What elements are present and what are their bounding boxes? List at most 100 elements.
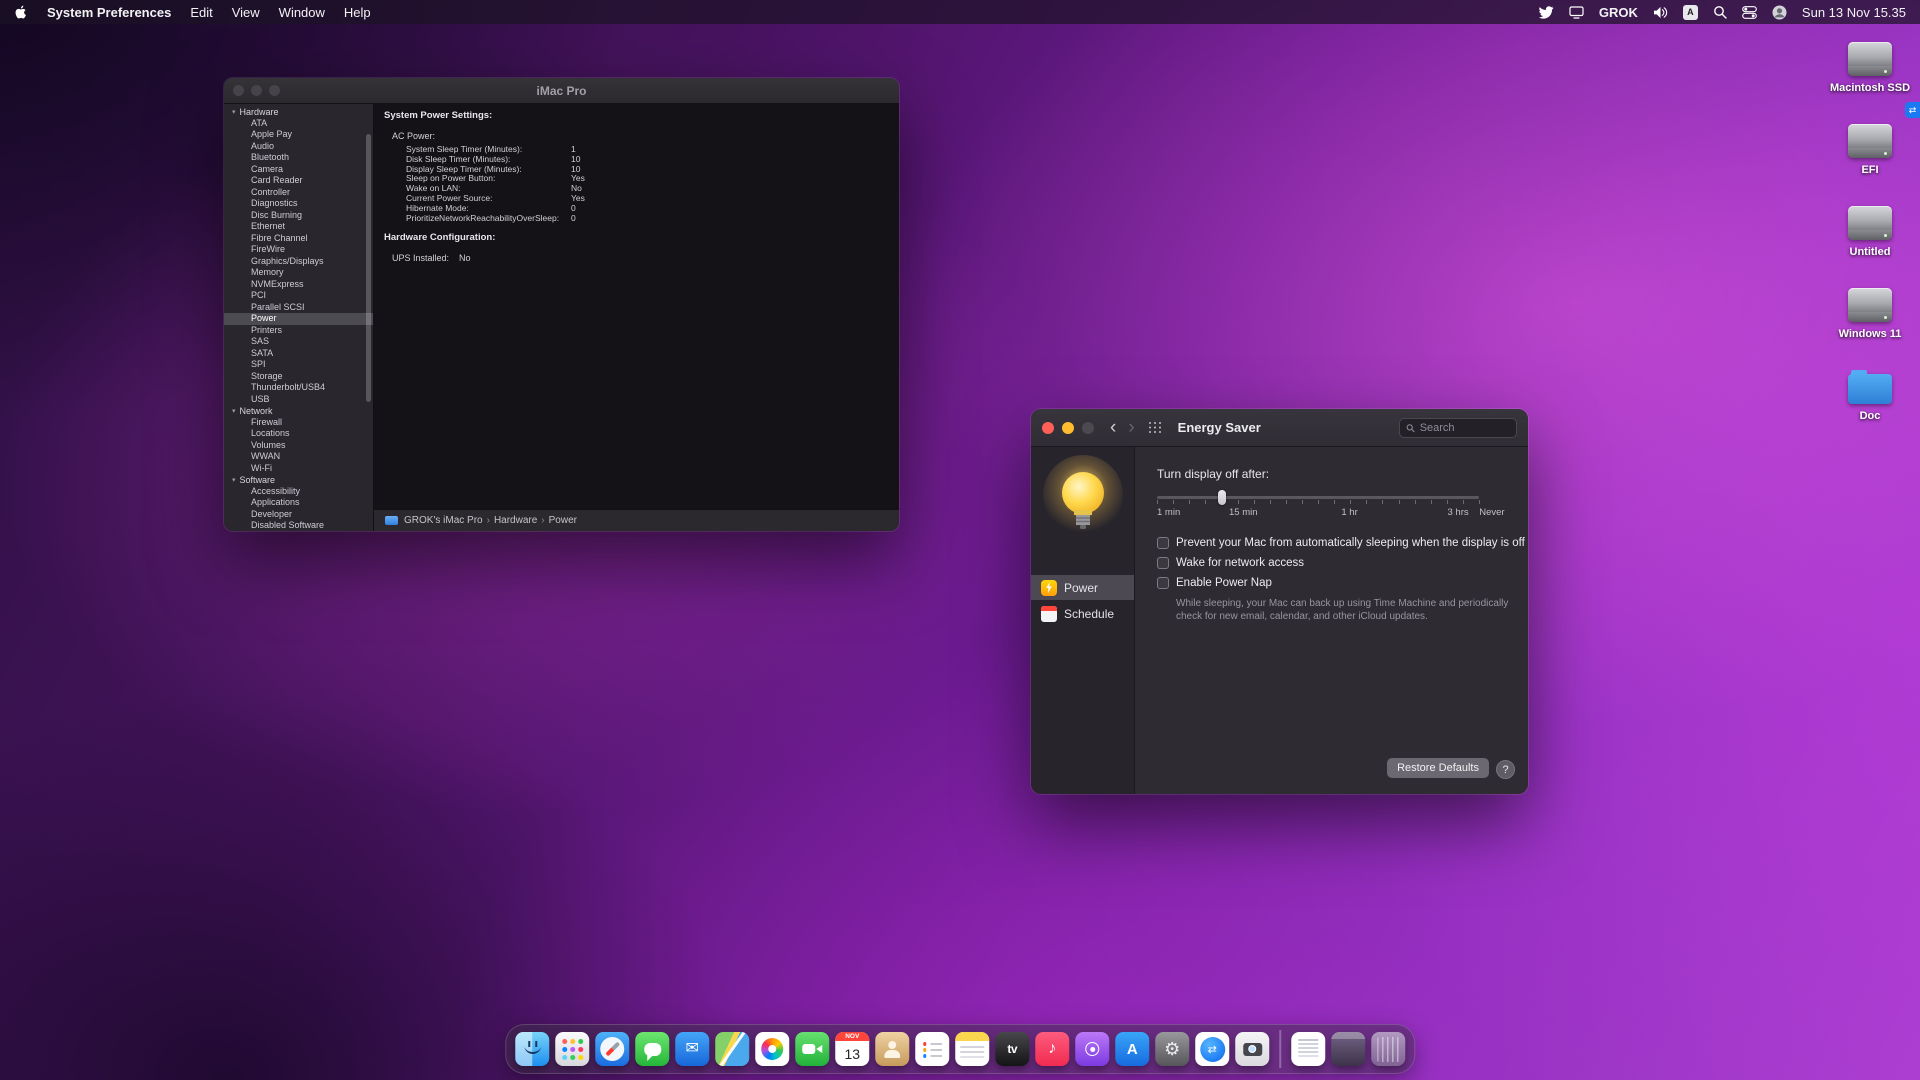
checkbox-prevent-your-mac-from-automatically-sleeping-when-the-display-is-off[interactable]: Prevent your Mac from automatically slee… [1157, 537, 1528, 549]
sidebar-item-thunderbolt-usb4[interactable]: Thunderbolt/USB4 [224, 382, 373, 394]
sidebar-item-bluetooth[interactable]: Bluetooth [224, 152, 373, 164]
minimize-button[interactable] [1062, 422, 1074, 434]
sidebar-item-schedule[interactable]: Schedule [1031, 601, 1134, 626]
sidebar-item-diagnostics[interactable]: Diagnostics [224, 198, 373, 210]
display-icon[interactable] [1569, 6, 1584, 19]
close-button[interactable] [233, 85, 244, 96]
sidebar-item-controller[interactable]: Controller [224, 187, 373, 199]
menu-item-edit[interactable]: Edit [190, 5, 212, 20]
sidebar-item-printers[interactable]: Printers [224, 325, 373, 337]
show-all-icon[interactable] [1149, 422, 1165, 434]
sidebar-item-volumes[interactable]: Volumes [224, 440, 373, 452]
dock-item-settings[interactable]: ⚙ [1155, 1032, 1189, 1066]
dock-item-textedit[interactable] [1291, 1032, 1325, 1066]
desktop-icon-doc[interactable]: Doc [1822, 368, 1918, 422]
desktop-icon-macintosh-ssd[interactable]: Macintosh SSD [1822, 40, 1918, 94]
help-button[interactable]: ? [1496, 760, 1515, 779]
sidebar-item-firewire[interactable]: FireWire [224, 244, 373, 256]
sidebar-item-power[interactable]: Power [224, 313, 373, 325]
sidebar-section-hardware[interactable]: ▾Hardware [224, 106, 373, 118]
dock-item-messages[interactable] [635, 1032, 669, 1066]
restore-defaults-button[interactable]: Restore Defaults [1387, 758, 1489, 778]
dock-item-facetime[interactable] [795, 1032, 829, 1066]
dock-item-photos[interactable] [755, 1032, 789, 1066]
minimize-button[interactable] [251, 85, 262, 96]
dock-item-appstore[interactable]: A [1115, 1032, 1149, 1066]
back-button[interactable]: ‹ [1110, 418, 1116, 437]
checkbox-box[interactable] [1157, 557, 1169, 569]
sidebar-item-firewall[interactable]: Firewall [224, 417, 373, 429]
menu-item-help[interactable]: Help [344, 5, 371, 20]
user-icon[interactable] [1772, 5, 1787, 20]
search-field[interactable] [1399, 418, 1517, 438]
close-button[interactable] [1042, 422, 1054, 434]
dock-item-maps[interactable] [715, 1032, 749, 1066]
forward-button[interactable]: › [1128, 418, 1134, 437]
menu-bar-clock[interactable]: Sun 13 Nov 15.35 [1802, 5, 1906, 20]
sidebar-item-locations[interactable]: Locations [224, 428, 373, 440]
desktop-icon-efi[interactable]: EFI [1822, 122, 1918, 176]
breadcrumb[interactable]: GROK's iMac Pro›Hardware›Power [404, 515, 577, 526]
sidebar-item-nvmexpress[interactable]: NVMExpress [224, 279, 373, 291]
sync-arrows-badge-icon[interactable]: ⇄ [1905, 102, 1920, 118]
dock-item-reminders[interactable] [915, 1032, 949, 1066]
desktop-icon-untitled[interactable]: Untitled [1822, 204, 1918, 258]
sidebar-item-memory[interactable]: Memory [224, 267, 373, 279]
sidebar-item-ethernet[interactable]: Ethernet [224, 221, 373, 233]
sidebar-item-disabled-software[interactable]: Disabled Software [224, 520, 373, 531]
sidebar-item-accessibility[interactable]: Accessibility [224, 486, 373, 498]
sidebar-item-usb[interactable]: USB [224, 394, 373, 406]
sidebar-item-storage[interactable]: Storage [224, 371, 373, 383]
dock-item-trash[interactable] [1371, 1032, 1405, 1066]
zoom-button[interactable] [269, 85, 280, 96]
spotlight-icon[interactable] [1713, 5, 1727, 19]
slider-track[interactable] [1157, 496, 1479, 499]
breadcrumb-item-grok-s-imac-pro[interactable]: GROK's iMac Pro [404, 515, 483, 526]
desktop-icon-windows-11[interactable]: Windows 11 [1822, 286, 1918, 340]
dock-item-appblue[interactable]: ⇄ [1195, 1032, 1229, 1066]
dock-item-podcasts[interactable] [1075, 1032, 1109, 1066]
display-off-slider[interactable]: 1 min15 min1 hr3 hrsNever [1157, 487, 1479, 523]
sidebar-item-apple-pay[interactable]: Apple Pay [224, 129, 373, 141]
sidebar-item-audio[interactable]: Audio [224, 141, 373, 153]
sidebar-item-fibre-channel[interactable]: Fibre Channel [224, 233, 373, 245]
sidebar-item-developer[interactable]: Developer [224, 509, 373, 521]
dock-item-contacts[interactable] [875, 1032, 909, 1066]
breadcrumb-item-hardware[interactable]: Hardware [494, 515, 537, 526]
dock-item-finder[interactable] [515, 1032, 549, 1066]
menu-bar-username[interactable]: GROK [1599, 5, 1638, 20]
search-input[interactable] [1420, 422, 1510, 434]
sidebar-item-ata[interactable]: ATA [224, 118, 373, 130]
bird-icon[interactable] [1538, 6, 1554, 19]
zoom-button[interactable] [1082, 422, 1094, 434]
sidebar-item-applications[interactable]: Applications [224, 497, 373, 509]
sidebar-item-card-reader[interactable]: Card Reader [224, 175, 373, 187]
dock-item-music[interactable]: ♪ [1035, 1032, 1069, 1066]
sidebar-item-spi[interactable]: SPI [224, 359, 373, 371]
dock-item-tv[interactable]: tv [995, 1032, 1029, 1066]
title-bar[interactable]: iMac Pro [224, 78, 899, 104]
sidebar-item-camera[interactable]: Camera [224, 164, 373, 176]
dock-item-safari[interactable] [595, 1032, 629, 1066]
sidebar-item-sas[interactable]: SAS [224, 336, 373, 348]
apple-menu[interactable] [14, 4, 28, 20]
volume-icon[interactable] [1653, 6, 1668, 19]
menu-item-window[interactable]: Window [279, 5, 325, 20]
sidebar-item-graphics-displays[interactable]: Graphics/Displays [224, 256, 373, 268]
sidebar-section-software[interactable]: ▾Software [224, 474, 373, 486]
control-center-icon[interactable] [1742, 6, 1757, 19]
menu-item-view[interactable]: View [232, 5, 260, 20]
checkbox-wake-for-network-access[interactable]: Wake for network access [1157, 557, 1528, 569]
slider-thumb[interactable] [1218, 490, 1226, 505]
sidebar-item-wwan[interactable]: WWAN [224, 451, 373, 463]
dock-item-minwindow[interactable] [1331, 1032, 1365, 1066]
sidebar-item-parallel-scsi[interactable]: Parallel SCSI [224, 302, 373, 314]
dock-item-launchpad[interactable] [555, 1032, 589, 1066]
checkbox-box[interactable] [1157, 537, 1169, 549]
dock-item-mail[interactable]: ✉ [675, 1032, 709, 1066]
input-source-icon[interactable]: A [1683, 5, 1698, 20]
dock-item-notes[interactable] [955, 1032, 989, 1066]
sidebar-item-power[interactable]: Power [1031, 575, 1134, 600]
scrollbar[interactable] [366, 134, 371, 402]
sidebar-item-disc-burning[interactable]: Disc Burning [224, 210, 373, 222]
